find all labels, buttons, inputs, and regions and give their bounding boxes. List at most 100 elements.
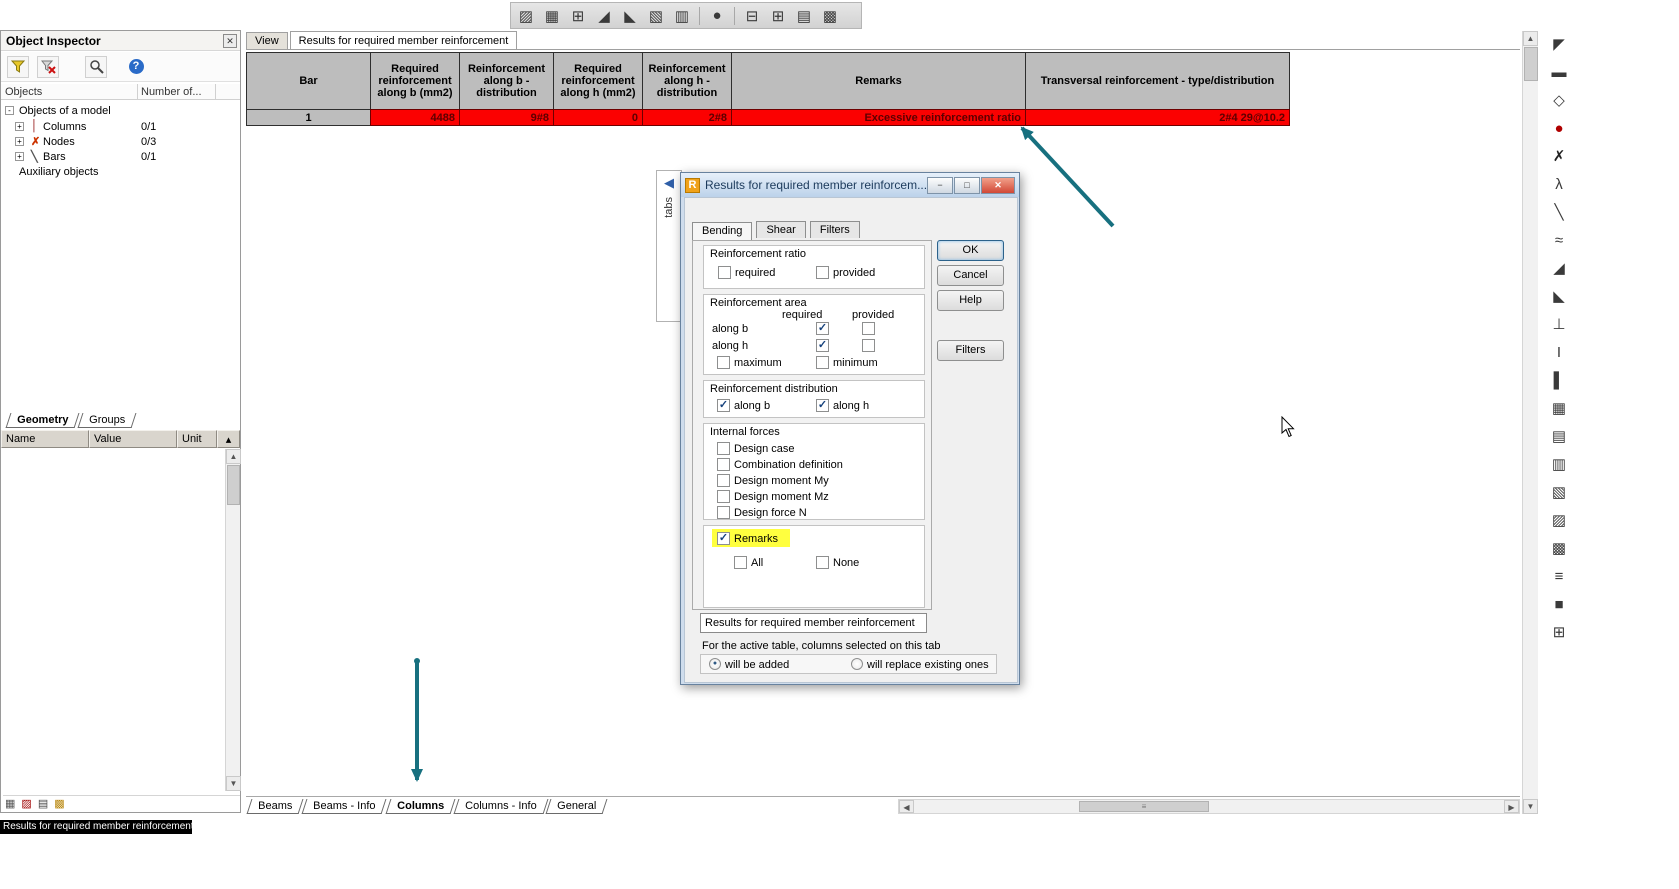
slope-icon[interactable]: ╲	[1546, 199, 1572, 225]
tree-item-label[interactable]: Nodes	[43, 136, 75, 148]
map-icon[interactable]: ▨	[514, 5, 538, 27]
release-icon[interactable]: ✗	[1546, 143, 1572, 169]
minimum-checkbox[interactable]	[816, 356, 829, 369]
sheet-tab-columns-info[interactable]: Columns - Info	[453, 799, 548, 814]
mesh-icon[interactable]: ▦	[1546, 395, 1572, 421]
collapse-left-icon[interactable]: ◀	[657, 175, 681, 191]
notes-icon[interactable]: ▩	[54, 797, 64, 811]
sheet-tab-beams[interactable]: Beams	[246, 799, 304, 814]
filter-icon[interactable]	[7, 55, 29, 78]
design-moment-my-checkbox[interactable]	[717, 474, 730, 487]
tab-filters[interactable]: Filters	[809, 221, 860, 238]
table-name-field[interactable]: Results for required member reinforcemen…	[700, 613, 927, 633]
tree-row-auxiliary[interactable]: Auxiliary objects	[1, 165, 240, 180]
list-icon[interactable]: ≡	[1546, 563, 1572, 589]
close-icon[interactable]: ✕	[981, 176, 1015, 194]
expand-expander-icon[interactable]: +	[15, 137, 24, 146]
along-h-required-checkbox[interactable]: ✓	[816, 339, 829, 352]
tree-row-bars[interactable]: + ╲ Bars 0/1	[1, 150, 240, 165]
will-be-added-radio[interactable]: ●	[709, 658, 721, 670]
required-h-cell[interactable]: 0	[553, 109, 643, 126]
table-icon[interactable]: ⊞	[566, 5, 590, 27]
scroll-right-icon[interactable]: ▶	[1504, 800, 1519, 813]
table-row[interactable]: 1 4488 9#8 0 2#8 Excessive reinforcement…	[246, 109, 1290, 126]
node-icon[interactable]: ●	[705, 5, 729, 27]
node-icon[interactable]: ◇	[1546, 87, 1572, 113]
expand-expander-icon[interactable]: +	[15, 122, 24, 131]
required-ratio-checkbox[interactable]	[718, 266, 731, 279]
along-b-provided-checkbox[interactable]	[862, 322, 875, 335]
tree-root-label[interactable]: Objects of a model	[19, 105, 111, 117]
grid-icon[interactable]: ▨	[1546, 507, 1572, 533]
remarks-checkbox[interactable]: ✓	[717, 532, 730, 545]
help-button[interactable]: Help	[937, 290, 1004, 311]
tab-geometry[interactable]: Geometry	[5, 413, 80, 428]
table-icon[interactable]: ⊞	[1546, 619, 1572, 645]
support-icon[interactable]: ●	[1546, 115, 1572, 141]
section-icon[interactable]: ▥	[1546, 451, 1572, 477]
scroll-up-icon[interactable]: ▲	[226, 449, 241, 464]
help-icon[interactable]: ?	[125, 56, 147, 78]
distribution-along-b-checkbox[interactable]: ✓	[717, 399, 730, 412]
maximize-icon[interactable]: □	[954, 176, 980, 194]
collapse-expander-icon[interactable]: -	[5, 106, 14, 115]
tab-results[interactable]: Results for required member reinforcemen…	[289, 31, 518, 50]
distribution-b-cell[interactable]: 9#8	[459, 109, 554, 126]
bar-icon[interactable]: ▬	[1546, 59, 1572, 85]
will-replace-radio[interactable]	[851, 658, 863, 670]
tree-row-nodes[interactable]: + ✗ Nodes 0/3	[1, 135, 240, 150]
bar-number-cell[interactable]: 1	[246, 109, 371, 126]
scroll-down-icon[interactable]: ▼	[226, 776, 241, 791]
table-small-icon[interactable]: ▦	[5, 797, 15, 811]
transversal-cell[interactable]: 2#4 29@10.2	[1025, 109, 1290, 126]
design-force-n-checkbox[interactable]	[717, 506, 730, 519]
layout-icon[interactable]: ▩	[818, 5, 842, 27]
along-b-required-checkbox[interactable]: ✓	[816, 322, 829, 335]
ibeam-icon[interactable]: I	[1546, 339, 1572, 365]
flag-icon[interactable]: ▨	[21, 797, 31, 811]
mesh-icon[interactable]: ▦	[540, 5, 564, 27]
sheet-tab-columns[interactable]: Columns	[385, 799, 456, 814]
grid-small-icon[interactable]: ▤	[38, 797, 48, 811]
scroll-thumb[interactable]	[227, 465, 240, 505]
tree-item-label[interactable]: Auxiliary objects	[19, 166, 98, 178]
scroll-up-icon[interactable]: ▲	[1523, 31, 1538, 46]
tab-groups[interactable]: Groups	[77, 413, 137, 428]
maximum-checkbox[interactable]	[717, 356, 730, 369]
scroll-thumb[interactable]: ≡	[1079, 801, 1209, 812]
design-moment-mz-checkbox[interactable]	[717, 490, 730, 503]
filters-button[interactable]: Filters	[937, 340, 1004, 361]
design-case-checkbox[interactable]	[717, 442, 730, 455]
cancel-button[interactable]: Cancel	[937, 265, 1004, 286]
required-b-cell[interactable]: 4488	[370, 109, 460, 126]
scroll-thumb[interactable]	[1524, 47, 1538, 81]
none-checkbox[interactable]	[816, 556, 829, 569]
tab-bending[interactable]: Bending	[692, 222, 753, 241]
tree-item-label[interactable]: Bars	[43, 151, 66, 163]
tab-view[interactable]: View	[246, 32, 288, 50]
remarks-cell[interactable]: Excessive reinforcement ratio	[731, 109, 1026, 126]
sheet-tab-general[interactable]: General	[545, 799, 608, 814]
spring-icon[interactable]: ≈	[1546, 227, 1572, 253]
dialog-titlebar[interactable]: R Results for required member reinforcem…	[681, 173, 1019, 197]
ok-button[interactable]: OK	[937, 240, 1004, 261]
minimize-icon[interactable]: −	[927, 176, 953, 194]
distribution-h-cell[interactable]: 2#8	[642, 109, 732, 126]
results-table-icon[interactable]: ▤	[792, 5, 816, 27]
tab-shear[interactable]: Shear	[756, 221, 806, 238]
tabs-flyout[interactable]: ◀ tabs	[656, 170, 682, 322]
scroll-down-icon[interactable]: ▼	[1523, 799, 1538, 814]
sheet-tab-beams-info[interactable]: Beams - Info	[301, 799, 388, 814]
all-checkbox[interactable]	[734, 556, 747, 569]
slab-icon[interactable]: ▤	[1546, 423, 1572, 449]
expand-expander-icon[interactable]: +	[15, 152, 24, 161]
distribution-along-h-checkbox[interactable]: ✓	[816, 399, 829, 412]
block-icon[interactable]: ■	[1546, 591, 1572, 617]
ramp-up-icon[interactable]: ◢	[1546, 255, 1572, 281]
stress-icon[interactable]: ◣	[618, 5, 642, 27]
hatch-icon[interactable]: ▧	[644, 5, 668, 27]
property-grid-scrollbar[interactable]: ▲ ▼	[225, 449, 241, 791]
vertical-scrollbar[interactable]: ▲ ▼	[1522, 31, 1538, 814]
ramp-down-icon[interactable]: ◣	[1546, 283, 1572, 309]
combination-definition-checkbox[interactable]	[717, 458, 730, 471]
